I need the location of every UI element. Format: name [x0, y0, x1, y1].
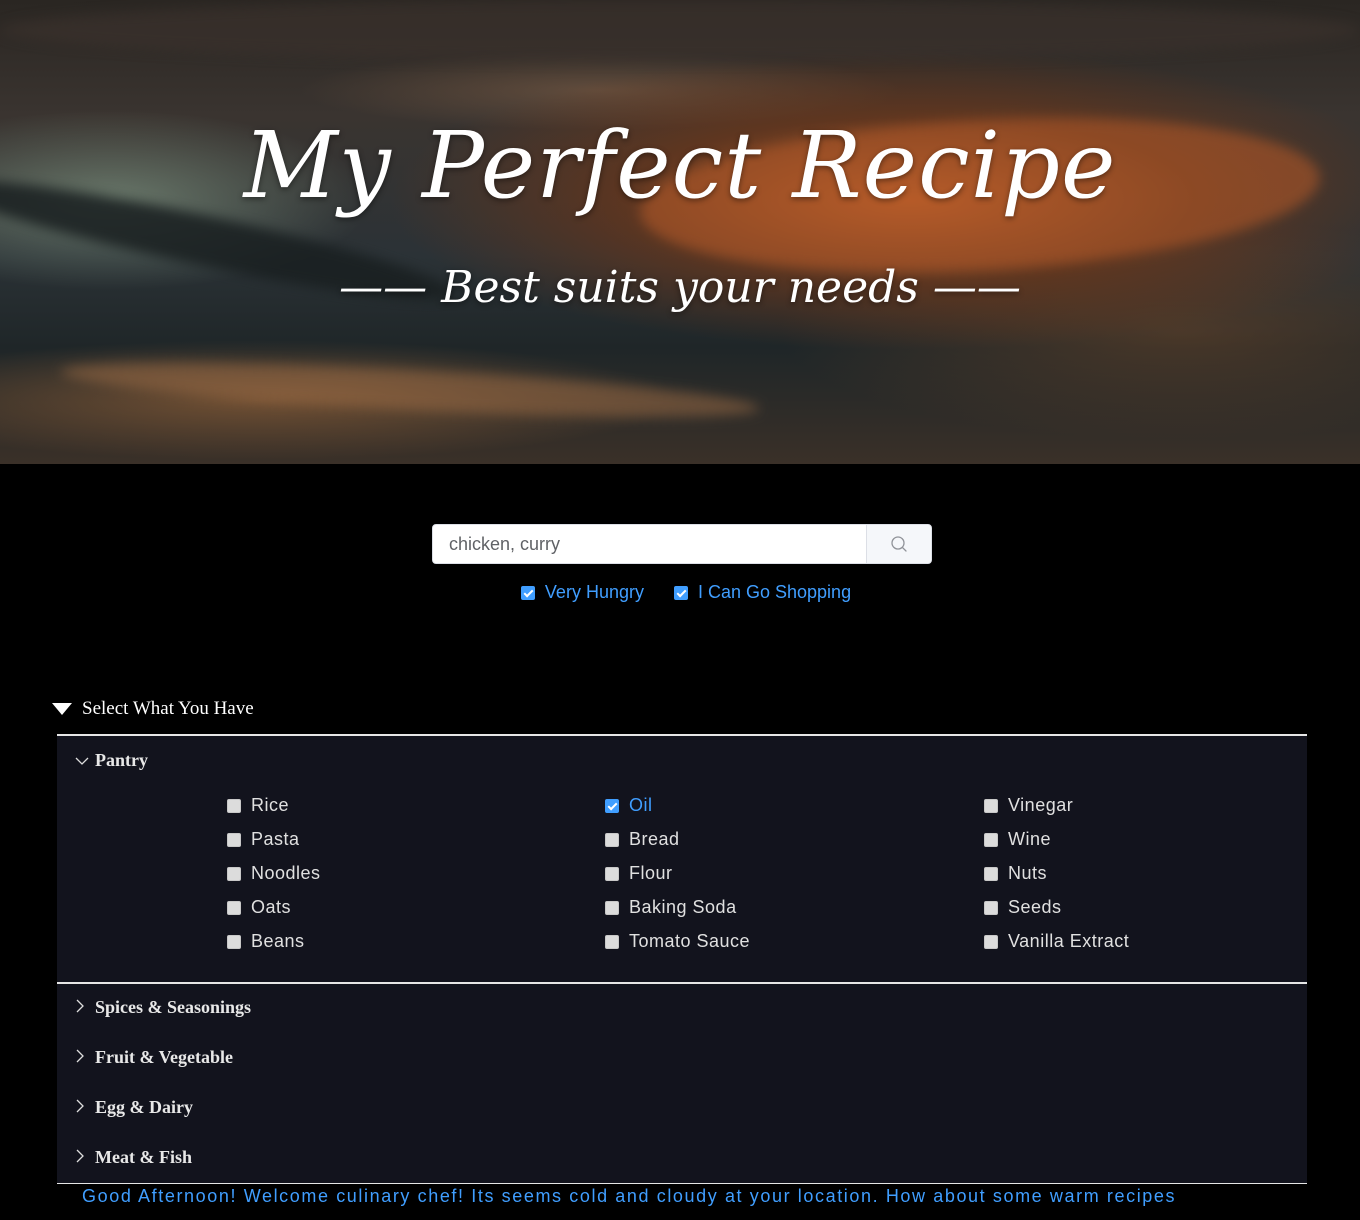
pantry-item-checkbox[interactable]: [605, 900, 619, 915]
greeting-message: Good Afternoon! Welcome culinary chef! I…: [82, 1186, 1177, 1206]
pantry-item-label: Oats: [251, 897, 292, 917]
pref-very-hungry[interactable]: Very Hungry: [520, 582, 644, 603]
pantry-item-nuts[interactable]: Nuts: [984, 863, 1047, 884]
pantry-item-checkbox[interactable]: [227, 934, 241, 949]
pantry-item-seeds[interactable]: Seeds: [984, 897, 1062, 918]
pantry-item-label: Noodles: [251, 863, 321, 883]
pantry-item-checkbox[interactable]: [984, 832, 998, 847]
pref-very-hungry-label: Very Hungry: [544, 582, 644, 602]
pantry-item-vinegar[interactable]: Vinegar: [984, 795, 1073, 816]
category-pantry-header[interactable]: Pantry: [75, 750, 148, 771]
preference-options: Very Hungry I Can Go Shopping: [0, 582, 1360, 603]
chevron-right-icon: [75, 997, 95, 1018]
category-meat-fish-header[interactable]: Meat & Fish: [75, 1147, 192, 1168]
category-spices-header[interactable]: Spices & Seasonings: [75, 997, 251, 1018]
ingredients-panel: Pantry Rice Pasta Noodles Oats Beans Oil…: [57, 734, 1307, 1184]
pantry-item-checkbox[interactable]: [984, 900, 998, 915]
pantry-item-label: Wine: [1008, 829, 1052, 849]
pantry-item-oil[interactable]: Oil: [605, 795, 653, 816]
pantry-item-pasta[interactable]: Pasta: [227, 829, 300, 850]
hero-background-decor: [59, 351, 761, 429]
category-meat-fish-label: Meat & Fish: [95, 1147, 192, 1167]
pantry-item-checkbox[interactable]: [984, 934, 998, 949]
hero-subtitle: —— Best suits your needs ——: [339, 262, 1021, 313]
pantry-item-label: Nuts: [1008, 863, 1048, 883]
pantry-item-beans[interactable]: Beans: [227, 931, 305, 952]
pantry-item-flour[interactable]: Flour: [605, 863, 673, 884]
pantry-item-label: Vanilla Extract: [1008, 931, 1130, 951]
hero-background-decor: [0, 0, 1360, 60]
pref-can-go-shopping-label: I Can Go Shopping: [697, 582, 852, 602]
pantry-item-label: Beans: [251, 931, 305, 951]
category-fruit-vegetable-label: Fruit & Vegetable: [95, 1047, 233, 1067]
pantry-item-checkbox[interactable]: [227, 798, 241, 813]
pref-can-go-shopping[interactable]: I Can Go Shopping: [673, 582, 852, 603]
category-fruit-vegetable-header[interactable]: Fruit & Vegetable: [75, 1047, 233, 1068]
pantry-item-checkbox[interactable]: [984, 798, 998, 813]
pantry-item-label: Bread: [629, 829, 680, 849]
pantry-item-noodles[interactable]: Noodles: [227, 863, 321, 884]
hero-banner: My Perfect Recipe —— Best suits your nee…: [0, 0, 1360, 464]
category-egg-dairy-header[interactable]: Egg & Dairy: [75, 1097, 193, 1118]
triangle-down-icon: [52, 703, 72, 715]
pref-very-hungry-checkbox[interactable]: [520, 585, 535, 600]
search-icon: [891, 536, 907, 552]
select-what-you-have-toggle[interactable]: Select What You Have: [52, 698, 254, 720]
pantry-item-checkbox[interactable]: [227, 900, 241, 915]
pantry-item-checkbox[interactable]: [605, 934, 619, 949]
hero-title: My Perfect Recipe: [243, 112, 1117, 219]
pantry-item-baking-soda[interactable]: Baking Soda: [605, 897, 737, 918]
search-input[interactable]: [433, 525, 866, 563]
pantry-item-bread[interactable]: Bread: [605, 829, 680, 850]
pantry-item-rice[interactable]: Rice: [227, 795, 289, 816]
pantry-item-checkbox[interactable]: [605, 798, 619, 813]
pantry-item-label: Rice: [251, 795, 290, 815]
pantry-item-wine[interactable]: Wine: [984, 829, 1051, 850]
search-bar: [432, 524, 932, 564]
search-button[interactable]: [866, 525, 931, 563]
pantry-item-label: Flour: [629, 863, 673, 883]
pantry-item-checkbox[interactable]: [984, 866, 998, 881]
pref-can-go-shopping-checkbox[interactable]: [673, 585, 688, 600]
pantry-item-oats[interactable]: Oats: [227, 897, 291, 918]
pantry-item-checkbox[interactable]: [227, 866, 241, 881]
pantry-item-label: Baking Soda: [629, 897, 737, 917]
pantry-item-checkbox[interactable]: [605, 866, 619, 881]
chevron-right-icon: [75, 1047, 95, 1068]
pantry-item-checkbox[interactable]: [227, 832, 241, 847]
pantry-item-label: Pasta: [251, 829, 300, 849]
category-egg-dairy-label: Egg & Dairy: [95, 1097, 193, 1117]
pantry-item-label: Seeds: [1008, 897, 1062, 917]
pantry-item-tomato-sauce[interactable]: Tomato Sauce: [605, 931, 750, 952]
chevron-right-icon: [75, 1147, 95, 1168]
pantry-item-vanilla-extract[interactable]: Vanilla Extract: [984, 931, 1129, 952]
select-what-you-have-label: Select What You Have: [82, 698, 254, 719]
pantry-item-label: Oil: [629, 795, 653, 815]
category-pantry-label: Pantry: [95, 750, 148, 770]
category-spices-label: Spices & Seasonings: [95, 997, 252, 1017]
pantry-item-checkbox[interactable]: [605, 832, 619, 847]
pantry-item-label: Tomato Sauce: [629, 931, 751, 951]
pantry-divider: [57, 982, 1307, 984]
pantry-item-label: Vinegar: [1008, 795, 1074, 815]
chevron-down-icon: [75, 750, 95, 771]
chevron-right-icon: [75, 1097, 95, 1118]
